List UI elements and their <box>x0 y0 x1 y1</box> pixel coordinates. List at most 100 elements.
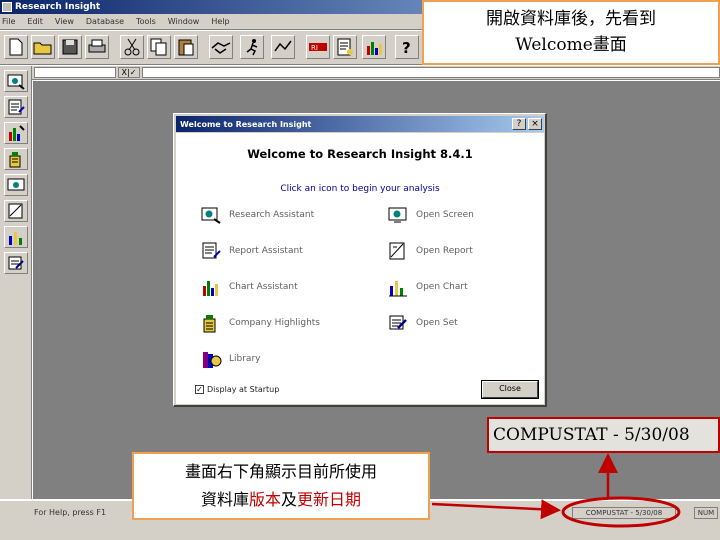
accept-cancel-buttons[interactable]: X|✓ <box>118 67 140 78</box>
company-highlights-icon <box>9 152 21 168</box>
open-set-icon <box>8 256 24 270</box>
chart-assistant-icon <box>200 276 222 298</box>
side-chart-assistant-button[interactable] <box>4 122 28 144</box>
svg-text:RI: RI <box>311 44 318 52</box>
menu-file[interactable]: File <box>2 17 15 26</box>
analysis-button[interactable]: RI <box>306 35 330 59</box>
status-num-lock: NUM <box>694 507 718 519</box>
scissors-icon <box>124 38 140 56</box>
callout-text-update-date: 更新日期 <box>297 490 362 509</box>
report-icon <box>337 38 353 56</box>
chart-icon <box>367 42 382 55</box>
side-open-report-button[interactable] <box>4 200 28 222</box>
copy-button[interactable] <box>147 35 171 59</box>
option-library[interactable]: Library <box>200 348 260 370</box>
handshake-button[interactable] <box>209 35 233 59</box>
callout-top-line1: 開啟資料庫後，先看到 <box>486 9 656 29</box>
company-highlights-icon <box>200 312 222 334</box>
option-open-set[interactable]: Open Set <box>387 312 458 334</box>
dialog-titlebar: Welcome to Research Insight <box>176 116 544 132</box>
callout-welcome-note: 開啟資料庫後，先看到 Welcome畫面 <box>422 0 720 65</box>
menu-help[interactable]: Help <box>211 17 229 26</box>
new-button[interactable] <box>4 35 28 59</box>
print-icon <box>88 39 106 53</box>
option-open-chart[interactable]: Open Chart <box>387 276 468 298</box>
callout-database-note: 畫面右下角顯示目前所使用 資料庫版本及更新日期 <box>132 452 430 520</box>
open-button[interactable] <box>31 35 55 59</box>
library-icon <box>200 348 222 370</box>
name-box[interactable] <box>34 67 116 78</box>
copy-icon <box>150 38 167 56</box>
option-label: Library <box>229 354 261 364</box>
callout-text-and: 及 <box>281 490 298 509</box>
menu-edit[interactable]: Edit <box>27 17 43 26</box>
running-man-icon <box>246 39 258 56</box>
app-icon <box>2 2 12 12</box>
run-button[interactable] <box>240 35 264 59</box>
help-button[interactable]: ? <box>395 35 419 59</box>
print-button[interactable] <box>85 35 109 59</box>
cut-button[interactable] <box>120 35 144 59</box>
option-chart-assistant[interactable]: Chart Assistant <box>200 276 298 298</box>
chart-assistant-icon <box>9 125 25 141</box>
option-label: Research Assistant <box>229 210 315 220</box>
menu-view[interactable]: View <box>55 17 74 26</box>
open-set-icon <box>387 312 409 334</box>
side-company-highlights-button[interactable] <box>4 148 28 170</box>
research-assistant-icon <box>200 204 222 226</box>
callout-text-version: 版本 <box>248 490 281 509</box>
dialog-title: Welcome to Research Insight <box>180 119 312 129</box>
chart-button[interactable] <box>362 35 386 59</box>
dialog-close-x-button[interactable]: × <box>528 118 542 130</box>
new-file-icon <box>9 38 23 56</box>
open-folder-icon <box>33 42 52 55</box>
side-open-set-button[interactable] <box>4 252 28 274</box>
link-button[interactable] <box>271 35 295 59</box>
open-chart-icon <box>9 232 22 245</box>
open-screen-icon <box>7 178 25 191</box>
callout-bottom-line2: 資料庫版本及更新日期 <box>134 486 428 514</box>
option-report-assistant[interactable]: Report Assistant <box>200 240 303 262</box>
left-toolbar <box>0 66 32 499</box>
option-research-assistant[interactable]: Research Assistant <box>200 204 314 226</box>
save-button[interactable] <box>58 35 82 59</box>
menu-database[interactable]: Database <box>86 17 124 26</box>
startup-checkbox[interactable]: ✓ <box>195 385 204 394</box>
report-button[interactable] <box>333 35 357 59</box>
svg-text:?: ? <box>402 39 411 56</box>
analysis-icon: RI <box>309 43 327 52</box>
startup-label: Display at Startup <box>207 385 280 394</box>
report-assistant-icon <box>200 240 222 262</box>
status-help-text: For Help, press F1 <box>34 508 107 517</box>
research-assistant-icon <box>7 74 25 90</box>
option-company-highlights[interactable]: Company Highlights <box>200 312 320 334</box>
display-at-startup[interactable]: ✓ Display at Startup <box>195 385 279 394</box>
option-open-report[interactable]: Open Report <box>387 240 473 262</box>
close-button[interactable]: Close <box>481 380 539 399</box>
status-database: COMPUSTAT - 5/30/08 <box>572 507 676 519</box>
welcome-prompt: Click an icon to begin your analysis <box>280 184 440 194</box>
paste-button[interactable] <box>174 35 198 59</box>
open-screen-icon <box>387 204 409 226</box>
side-research-assistant-button[interactable] <box>4 70 28 92</box>
save-icon <box>62 39 78 55</box>
side-report-assistant-button[interactable] <box>4 96 28 118</box>
formula-input[interactable] <box>142 67 720 78</box>
menu-window[interactable]: Window <box>168 17 200 26</box>
option-label: Report Assistant <box>229 246 303 256</box>
option-label: Chart Assistant <box>229 282 298 292</box>
open-report-icon <box>387 240 409 262</box>
option-label: Open Set <box>416 318 458 328</box>
link-icon <box>274 40 292 52</box>
dialog-help-button[interactable]: ? <box>512 118 526 130</box>
menu-tools[interactable]: Tools <box>136 17 156 26</box>
option-label: Open Chart <box>416 282 468 292</box>
option-label: Open Report <box>416 246 473 256</box>
welcome-dialog: Welcome to Research Insight ? × Welcome … <box>173 113 547 407</box>
side-open-chart-button[interactable] <box>4 226 28 248</box>
open-report-icon <box>8 203 23 219</box>
report-assistant-icon <box>8 99 25 115</box>
callout-top-line2: Welcome畫面 <box>515 35 627 55</box>
option-open-screen[interactable]: Open Screen <box>387 204 474 226</box>
side-open-screen-button[interactable] <box>4 174 28 196</box>
